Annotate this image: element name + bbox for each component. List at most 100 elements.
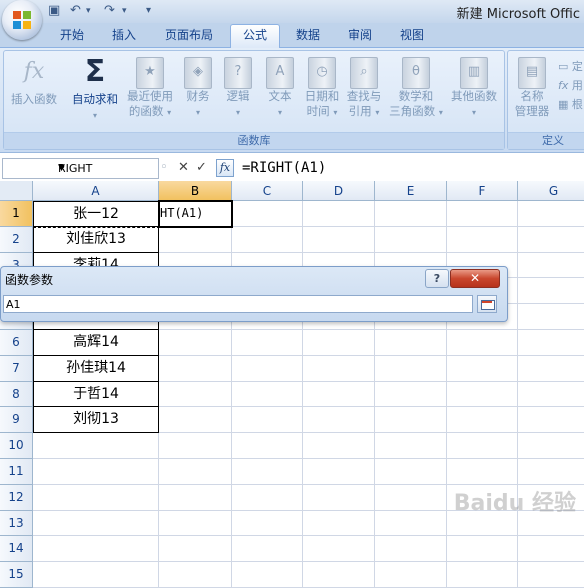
- cell-e1[interactable]: [375, 201, 447, 227]
- cell-a9[interactable]: 刘彻13: [33, 407, 159, 434]
- cell-b6[interactable]: [159, 330, 232, 356]
- cell-d13[interactable]: [303, 510, 375, 537]
- tab-home[interactable]: 开始: [52, 25, 92, 46]
- undo-icon[interactable]: ↶: [70, 3, 81, 19]
- cell-c6[interactable]: [232, 330, 303, 356]
- cell-a10[interactable]: [33, 433, 159, 459]
- lookup-reference-button[interactable]: ⌕ 查找与 引用 ▾: [342, 55, 386, 120]
- row-header-11[interactable]: 11: [0, 459, 33, 485]
- name-box[interactable]: RIGHT ▼: [2, 158, 159, 179]
- cell-f10[interactable]: [447, 433, 518, 459]
- define-name-button[interactable]: ▭ 定: [558, 57, 583, 76]
- cell-b13[interactable]: [159, 510, 232, 537]
- column-header-g[interactable]: G: [518, 181, 584, 201]
- cell-d10[interactable]: [303, 433, 375, 459]
- tab-page-layout[interactable]: 页面布局: [158, 25, 220, 46]
- cell-e7[interactable]: [375, 355, 447, 382]
- row-header-1[interactable]: 1: [0, 201, 33, 227]
- cell-f6[interactable]: [447, 330, 518, 356]
- customize-quick-access-icon[interactable]: ▾: [146, 3, 151, 19]
- close-button[interactable]: ✕: [450, 269, 500, 288]
- insert-function-button[interactable]: fx 插入函数: [6, 55, 62, 107]
- column-header-d[interactable]: D: [303, 181, 375, 201]
- column-header-c[interactable]: C: [232, 181, 303, 201]
- cell-g6[interactable]: [518, 330, 584, 356]
- cell-e2[interactable]: [375, 226, 447, 253]
- insert-function-fx-button[interactable]: fx: [216, 159, 234, 177]
- cell-c14[interactable]: [232, 536, 303, 563]
- cell-a15[interactable]: [33, 562, 159, 588]
- cell-g3[interactable]: [518, 253, 584, 279]
- cell-b11[interactable]: [159, 459, 232, 485]
- cancel-icon[interactable]: ✕: [178, 159, 189, 177]
- cell-a7[interactable]: 孙佳琪14: [33, 355, 159, 382]
- column-header-e[interactable]: E: [375, 181, 447, 201]
- tab-data[interactable]: 数据: [288, 25, 328, 46]
- cell-d6[interactable]: [303, 330, 375, 356]
- row-header-14[interactable]: 14: [0, 536, 33, 563]
- cell-f15[interactable]: [447, 562, 518, 588]
- cell-g5[interactable]: [518, 304, 584, 330]
- chevron-down-icon[interactable]: ▼: [58, 159, 155, 178]
- office-button[interactable]: [2, 0, 42, 40]
- cell-b2[interactable]: [159, 226, 232, 253]
- chevron-down-icon[interactable]: ▾: [86, 3, 91, 19]
- tab-review[interactable]: 审阅: [340, 25, 380, 46]
- financial-button[interactable]: ◈ 财务 ▾: [178, 55, 218, 120]
- column-header-a[interactable]: A: [33, 181, 159, 201]
- math-trig-button[interactable]: θ 数学和 三角函数 ▾: [386, 55, 446, 120]
- cell-a2[interactable]: 刘佳欣13: [33, 226, 159, 253]
- row-header-7[interactable]: 7: [0, 355, 33, 382]
- more-functions-button[interactable]: ▥ 其他函数 ▾: [446, 55, 502, 120]
- logical-button[interactable]: ? 逻辑 ▾: [218, 55, 258, 120]
- cell-d12[interactable]: [303, 484, 375, 511]
- cell-f1[interactable]: [447, 201, 518, 227]
- cell-c13[interactable]: [232, 510, 303, 537]
- cell-d8[interactable]: [303, 381, 375, 408]
- cell-a8[interactable]: 于哲14: [33, 381, 159, 408]
- cell-b10[interactable]: [159, 433, 232, 459]
- cell-f14[interactable]: [447, 536, 518, 563]
- cell-g4[interactable]: [518, 278, 584, 305]
- row-header-15[interactable]: 15: [0, 562, 33, 588]
- cell-c8[interactable]: [232, 381, 303, 408]
- name-manager-button[interactable]: ▤ 名称 管理器: [510, 55, 554, 119]
- formula-input[interactable]: =RIGHT(A1): [242, 158, 326, 178]
- cell-g1[interactable]: [518, 201, 584, 227]
- text-button[interactable]: A 文本 ▾: [260, 55, 300, 120]
- cell-c1[interactable]: [232, 201, 303, 227]
- cell-g10[interactable]: [518, 433, 584, 459]
- cell-e9[interactable]: [375, 407, 447, 434]
- cell-a12[interactable]: [33, 484, 159, 511]
- cell-a11[interactable]: [33, 459, 159, 485]
- create-from-selection-button[interactable]: ▦ 根: [558, 95, 583, 114]
- date-time-button[interactable]: ◷ 日期和 时间 ▾: [302, 55, 342, 120]
- enter-icon[interactable]: ✓: [196, 159, 207, 177]
- cell-b8[interactable]: [159, 381, 232, 408]
- cell-a13[interactable]: [33, 510, 159, 537]
- row-header-12[interactable]: 12: [0, 484, 33, 511]
- cell-c12[interactable]: [232, 484, 303, 511]
- cell-c2[interactable]: [232, 226, 303, 253]
- cell-e12[interactable]: [375, 484, 447, 511]
- cell-d1[interactable]: [303, 201, 375, 227]
- select-all-corner[interactable]: [0, 181, 33, 201]
- cell-a6[interactable]: 高辉14: [33, 330, 159, 356]
- cell-b9[interactable]: [159, 407, 232, 434]
- cell-e13[interactable]: [375, 510, 447, 537]
- cell-g9[interactable]: [518, 407, 584, 434]
- cell-b7[interactable]: [159, 355, 232, 382]
- redo-icon[interactable]: ↷: [104, 3, 115, 19]
- help-button[interactable]: ?: [425, 269, 449, 288]
- cell-a14[interactable]: [33, 536, 159, 563]
- cell-f11[interactable]: [447, 459, 518, 485]
- cell-d2[interactable]: [303, 226, 375, 253]
- row-header-10[interactable]: 10: [0, 433, 33, 459]
- cell-f2[interactable]: [447, 226, 518, 253]
- expand-dialog-button[interactable]: [477, 295, 497, 313]
- cell-d11[interactable]: [303, 459, 375, 485]
- cell-g7[interactable]: [518, 356, 584, 382]
- cell-d9[interactable]: [303, 407, 375, 434]
- autosum-button[interactable]: Σ 自动求和 ▾: [66, 55, 124, 123]
- cell-e6[interactable]: [375, 330, 447, 356]
